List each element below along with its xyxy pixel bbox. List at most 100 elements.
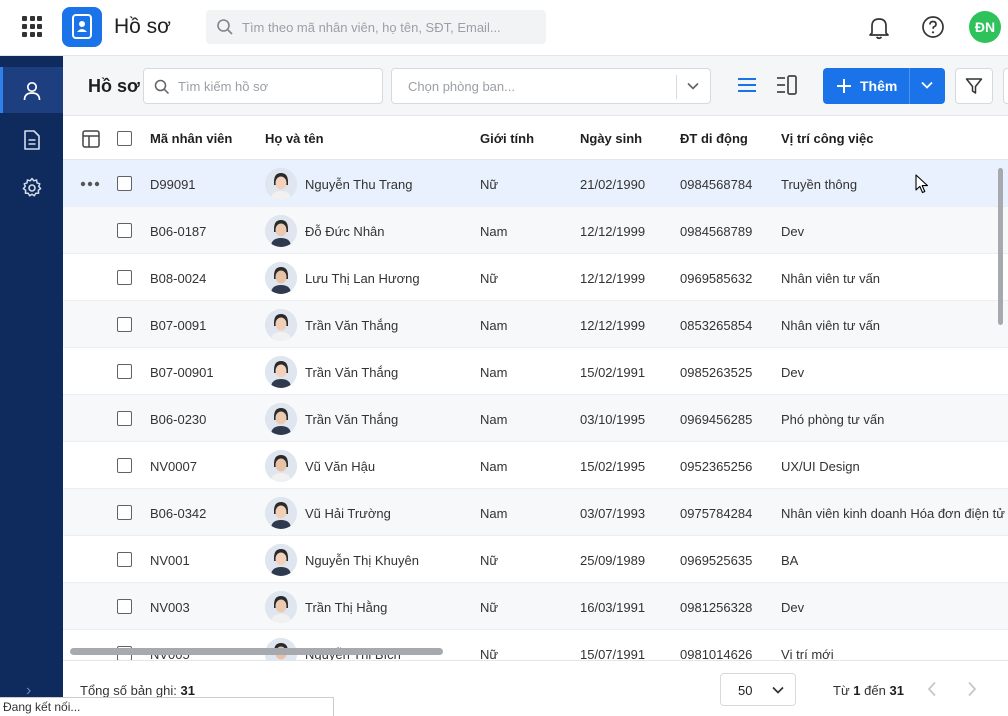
horizontal-scrollbar[interactable] bbox=[70, 648, 443, 655]
cell-dob: 15/02/1995 bbox=[580, 459, 646, 474]
sidebar-item-documents[interactable] bbox=[0, 116, 63, 162]
split-view-icon[interactable] bbox=[776, 74, 798, 96]
cell-phone: 0985263525 bbox=[680, 365, 753, 380]
cell-name[interactable]: Nguyễn Thu Trang bbox=[305, 177, 412, 192]
filter-button[interactable] bbox=[955, 68, 993, 104]
user-avatar[interactable]: ĐN bbox=[969, 11, 1001, 43]
cell-phone: 0952365256 bbox=[680, 459, 753, 474]
cell-name[interactable]: Lưu Thị Lan Hương bbox=[305, 271, 420, 286]
cell-phone: 0969525635 bbox=[680, 553, 753, 568]
cell-gender: Nam bbox=[480, 412, 508, 427]
chevron-right-icon[interactable] bbox=[967, 681, 977, 697]
table-row[interactable]: D99091 Nguyễn Thu Trang Nữ 21/02/1990 098456… bbox=[63, 160, 1008, 207]
search-icon bbox=[217, 19, 233, 35]
cell-name[interactable]: Nguyễn Thị Khuyên bbox=[305, 553, 419, 568]
row-checkbox[interactable] bbox=[117, 270, 132, 285]
cell-position: BA bbox=[781, 553, 799, 568]
vertical-scrollbar[interactable] bbox=[998, 168, 1003, 325]
column-header-gender[interactable]: Giới tính bbox=[480, 131, 534, 146]
employee-avatar bbox=[265, 309, 297, 341]
bell-icon[interactable] bbox=[866, 14, 892, 40]
page-title: Hồ sơ bbox=[88, 76, 140, 96]
table-row[interactable]: NV001 Nguyễn Thị Khuyên Nữ 25/09/1989 096952… bbox=[63, 536, 1008, 583]
row-checkbox[interactable] bbox=[117, 599, 132, 614]
search-icon bbox=[154, 79, 170, 95]
cell-dob: 15/07/1991 bbox=[580, 647, 646, 660]
cell-code: B08-0024 bbox=[150, 271, 207, 286]
table-row[interactable]: B06-0342 Vũ Hải Trường Nam 03/07/1993 097578… bbox=[63, 489, 1008, 536]
row-checkbox[interactable] bbox=[117, 552, 132, 567]
table-row[interactable]: B08-0024 Lưu Thị Lan Hương Nữ 12/12/1999 096… bbox=[63, 254, 1008, 301]
chevron-left-icon[interactable] bbox=[927, 681, 937, 697]
sidebar-item-settings[interactable] bbox=[0, 164, 63, 210]
table-row[interactable]: NV003 Trần Thị Hằng Nữ 16/03/1991 0981256328… bbox=[63, 583, 1008, 630]
page-size-select[interactable]: 50 bbox=[720, 673, 796, 706]
cell-gender: Nữ bbox=[480, 553, 499, 568]
cell-gender: Nữ bbox=[480, 600, 499, 615]
employee-avatar bbox=[265, 544, 297, 576]
department-select[interactable]: Chọn phòng ban... bbox=[391, 68, 711, 104]
profile-document-icon bbox=[72, 14, 92, 39]
column-header-code[interactable]: Mã nhân viên bbox=[150, 131, 232, 146]
row-checkbox[interactable] bbox=[117, 223, 132, 238]
column-header-dob[interactable]: Ngày sinh bbox=[580, 131, 642, 146]
cell-name[interactable]: Vũ Văn Hậu bbox=[305, 459, 375, 474]
cell-dob: 03/10/1995 bbox=[580, 412, 646, 427]
table-row[interactable]: B07-0091 Trần Văn Thắng Nam 12/12/1999 08532… bbox=[63, 301, 1008, 348]
cell-name[interactable]: Trần Văn Thắng bbox=[305, 318, 398, 333]
row-checkbox[interactable] bbox=[117, 458, 132, 473]
profile-search-box[interactable] bbox=[143, 68, 383, 104]
cell-phone: 0969456285 bbox=[680, 412, 753, 427]
gear-icon bbox=[22, 177, 42, 197]
column-header-phone[interactable]: ĐT di động bbox=[680, 131, 748, 146]
employee-avatar bbox=[265, 262, 297, 294]
app-logo[interactable] bbox=[62, 7, 102, 47]
table-row[interactable]: B07-00901 Trần Văn Thắng Nam 15/02/1991 0985… bbox=[63, 348, 1008, 395]
cell-dob: 25/09/1989 bbox=[580, 553, 646, 568]
list-view-icon[interactable] bbox=[737, 76, 757, 94]
app-title: Hồ sơ bbox=[114, 15, 171, 38]
select-all-checkbox[interactable] bbox=[117, 131, 132, 146]
cell-code: B06-0187 bbox=[150, 224, 207, 239]
table-row[interactable]: B06-0230 Trần Văn Thắng Nam 03/10/1995 09694… bbox=[63, 395, 1008, 442]
more-actions-icon[interactable] bbox=[80, 181, 100, 187]
cell-name[interactable]: Trần Văn Thắng bbox=[305, 365, 398, 380]
cell-code: D99091 bbox=[150, 177, 196, 192]
cell-name[interactable]: Trần Thị Hằng bbox=[305, 600, 387, 615]
chevron-down-icon[interactable] bbox=[687, 82, 699, 90]
cell-gender: Nam bbox=[480, 224, 508, 239]
profile-search-input[interactable] bbox=[178, 69, 378, 103]
global-search-box[interactable] bbox=[206, 10, 546, 44]
row-checkbox[interactable] bbox=[117, 505, 132, 520]
row-checkbox[interactable] bbox=[117, 364, 132, 379]
cell-dob: 03/07/1993 bbox=[580, 506, 646, 521]
global-search-input[interactable] bbox=[242, 10, 540, 44]
employee-avatar bbox=[265, 215, 297, 247]
column-header-position[interactable]: Vị trí công việc bbox=[781, 131, 873, 146]
cell-code: B06-0342 bbox=[150, 506, 207, 521]
row-checkbox[interactable] bbox=[117, 411, 132, 426]
help-icon[interactable] bbox=[921, 15, 945, 39]
add-button-divider bbox=[909, 68, 910, 104]
apps-grid-icon[interactable] bbox=[22, 16, 44, 38]
more-toolbar-button[interactable] bbox=[1003, 68, 1008, 104]
cell-name[interactable]: Đỗ Đức Nhân bbox=[305, 224, 385, 239]
cell-name[interactable]: Trần Văn Thắng bbox=[305, 412, 398, 427]
column-header-name[interactable]: Họ và tên bbox=[265, 131, 324, 146]
range-to-label: đến bbox=[864, 683, 886, 698]
cell-code: B07-00901 bbox=[150, 365, 214, 380]
total-records: Tổng số bản ghi: 31 bbox=[80, 683, 195, 698]
cell-phone: 0981256328 bbox=[680, 600, 753, 615]
cell-name[interactable]: Vũ Hải Trường bbox=[305, 506, 391, 521]
chevron-down-icon[interactable] bbox=[921, 81, 933, 89]
add-button[interactable]: Thêm bbox=[823, 68, 945, 104]
row-checkbox[interactable] bbox=[117, 176, 132, 191]
cell-dob: 12/12/1999 bbox=[580, 224, 646, 239]
column-config-icon[interactable] bbox=[82, 130, 100, 148]
table-row[interactable]: NV0007 Vũ Văn Hậu Nam 15/02/1995 0952365256 U… bbox=[63, 442, 1008, 489]
sidebar-item-profiles[interactable] bbox=[0, 67, 63, 113]
table-row[interactable]: NV005Nguyễn Thị BíchNữ15/07/199109810146… bbox=[63, 630, 1008, 660]
table-row[interactable]: B06-0187 Đỗ Đức Nhân Nam 12/12/1999 09845687… bbox=[63, 207, 1008, 254]
cell-position: Dev bbox=[781, 365, 805, 380]
row-checkbox[interactable] bbox=[117, 317, 132, 332]
